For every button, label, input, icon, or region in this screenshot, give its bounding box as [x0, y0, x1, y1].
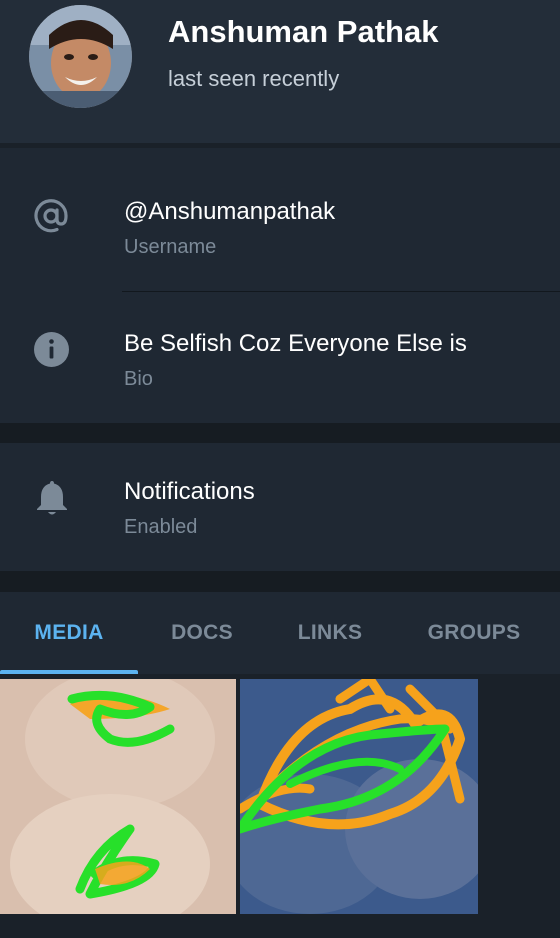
tab-media-label: MEDIA [34, 621, 104, 644]
avatar-photo [29, 5, 132, 108]
info-icon [34, 332, 69, 372]
username-row[interactable]: @Anshumanpathak Username [0, 176, 560, 291]
bio-row[interactable]: Be Selfish Coz Everyone Else is Bio [0, 308, 560, 408]
avatar[interactable] [29, 5, 132, 108]
section-divider [0, 423, 560, 443]
notifications-title: Notifications [124, 478, 255, 505]
bell-icon [36, 479, 68, 522]
tab-groups[interactable]: GROUPS [394, 592, 554, 674]
profile-name: Anshuman Pathak [168, 14, 439, 49]
tab-docs[interactable]: DOCS [138, 592, 266, 674]
bio-value: Be Selfish Coz Everyone Else is [124, 330, 467, 357]
username-label: Username [124, 236, 217, 258]
media-thumbnail[interactable] [0, 679, 236, 914]
tab-docs-label: DOCS [171, 621, 233, 644]
tab-links-label: LINKS [297, 621, 363, 644]
username-value: @Anshumanpathak [124, 198, 336, 225]
notifications-row[interactable]: Notifications Enabled [0, 443, 560, 571]
row-divider [122, 291, 560, 292]
tab-groups-label: GROUPS [427, 621, 521, 644]
media-grid [0, 674, 560, 938]
at-icon [33, 198, 69, 239]
media-thumbnail[interactable] [240, 679, 478, 914]
notifications-status: Enabled [124, 516, 198, 538]
last-seen-status: last seen recently [168, 66, 340, 91]
media-tabs: MEDIA DOCS LINKS GROUPS [0, 592, 560, 674]
profile-header: Anshuman Pathak last seen recently [0, 0, 560, 143]
section-divider [0, 571, 560, 592]
info-section: @Anshumanpathak Username Be Selfish Coz … [0, 148, 560, 423]
tab-links[interactable]: LINKS [266, 592, 394, 674]
bio-label: Bio [124, 368, 153, 390]
tab-media[interactable]: MEDIA [0, 592, 138, 674]
